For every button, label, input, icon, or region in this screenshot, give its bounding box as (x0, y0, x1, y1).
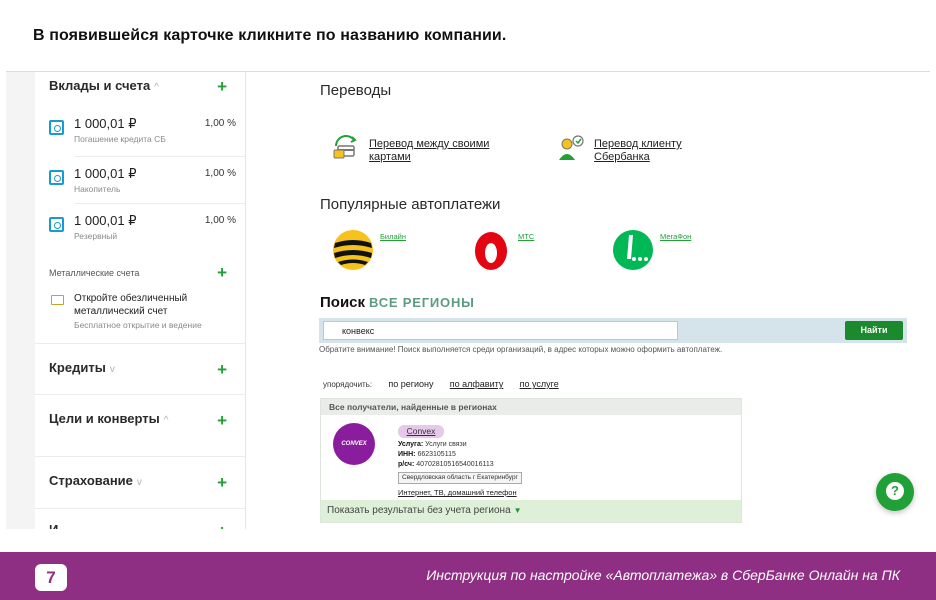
add-metal-account-button[interactable]: + (217, 264, 227, 281)
search-results: Все получатели, найденные в регионах CON… (320, 398, 742, 523)
company-services[interactable]: Интернет, ТВ, домашний телефон (398, 488, 517, 497)
footer-bar: 7 Инструкция по настройке «Автоплатежа» … (0, 552, 936, 600)
company-inn: ИНН: 6623105115 (398, 451, 456, 458)
cards-transfer-icon (333, 135, 357, 159)
divider (35, 343, 246, 344)
sidebar-deposits-header[interactable]: Вклады и счета ^ (49, 78, 159, 93)
account-rate: 1,00 % (204, 168, 236, 179)
chevron-up-icon: ^ (163, 415, 169, 426)
main-content: Переводы Перевод между своими картами Пе… (246, 72, 930, 529)
account-label: р/сч: (398, 461, 415, 468)
search-button[interactable]: Найти (845, 321, 903, 340)
safe-icon (49, 170, 64, 185)
sort-by-region[interactable]: по региону (388, 379, 433, 389)
company-service: Услуга: Услуги связи (398, 441, 467, 448)
caret-down-icon: ▼ (513, 506, 522, 515)
account-rate: 1,00 % (204, 118, 236, 129)
company-account: р/сч: 40702810516540016113 (398, 461, 494, 468)
account-name: Погашение кредита СБ (74, 134, 166, 144)
autopay-megafon[interactable]: МегаФон (612, 229, 722, 279)
sidebar-insurance-header[interactable]: Страхование v (49, 473, 142, 488)
sort-controls: упорядочить: по региону по алфавиту по у… (323, 379, 573, 389)
search-input[interactable] (323, 321, 678, 340)
autopay-mts[interactable]: МТС (470, 229, 580, 279)
transfer-client-label: Перевод клиенту Сбербанка (594, 138, 682, 163)
autopay-beeline-label: Билайн (380, 232, 406, 241)
sidebar-goals-title: Цели и конверты (49, 411, 160, 426)
instruction-text: В появившейся карточке кликните по назва… (33, 27, 507, 44)
add-goal-button[interactable]: + (217, 412, 227, 429)
inn-value: 6623105115 (417, 451, 456, 458)
search-bar: Найти (319, 318, 907, 343)
service-label: Услуга: (398, 441, 424, 448)
chevron-up-icon: ^ (154, 82, 159, 93)
add-credit-button[interactable]: + (217, 361, 227, 378)
company-logo[interactable]: CONVEX (333, 423, 375, 465)
screenshot-area: Вклады и счета ^ + 1 000,01 ₽ Погашение к… (6, 71, 930, 529)
metal-offer-subtitle: Бесплатное открытие и ведение (74, 320, 202, 330)
account-name: Резервный (74, 231, 118, 241)
sort-by-alphabet[interactable]: по алфавиту (450, 379, 504, 389)
question-icon: ? (886, 482, 904, 500)
account-amount: 1 000,01 ₽ (74, 116, 137, 131)
sidebar-more-header[interactable]: И (49, 522, 58, 529)
chevron-down-icon: v (136, 477, 142, 488)
account-rate: 1,00 % (204, 215, 236, 226)
autopay-title: Популярные автоплатежи (320, 196, 501, 213)
autopay-beeline[interactable]: Билайн (332, 229, 442, 279)
page-number: 7 (35, 564, 67, 591)
safe-icon (49, 120, 64, 135)
sidebar-insurance-title: Страхование (49, 473, 133, 488)
sidebar: Вклады и счета ^ + 1 000,01 ₽ Погашение к… (35, 72, 246, 529)
transfers-title: Переводы (320, 82, 392, 99)
company-region-tag: Свердловская область г Екатеринбург (398, 472, 522, 484)
sort-label: упорядочить: (323, 380, 373, 389)
sidebar-credits-title: Кредиты (49, 360, 106, 375)
person-transfer-icon (559, 135, 584, 160)
results-header: Все получатели, найденные в регионах (321, 399, 741, 415)
divider (35, 394, 246, 395)
search-title-text: Поиск (320, 294, 366, 311)
divider (74, 156, 246, 157)
help-button[interactable]: ? (876, 473, 914, 511)
account-amount: 1 000,01 ₽ (74, 166, 137, 181)
divider (35, 456, 246, 457)
search-title: Поиск ВСЕ РЕГИОНЫ (320, 294, 475, 311)
mts-logo-icon (470, 229, 512, 271)
add-insurance-button[interactable]: + (217, 474, 227, 491)
footer-title: Инструкция по настройке «Автоплатежа» в … (426, 567, 900, 583)
sort-by-service[interactable]: по услуге (520, 379, 559, 389)
account-amount: 1 000,01 ₽ (74, 213, 137, 228)
account-name: Накопитель (74, 184, 121, 194)
show-without-region[interactable]: Показать результаты без учета региона ▼ (321, 500, 741, 522)
divider (74, 203, 246, 204)
account-item[interactable]: 1 000,01 ₽ Накопитель 1,00 % (49, 166, 246, 214)
sidebar-goals-header[interactable]: Цели и конверты ^ (49, 411, 168, 426)
metal-accounts-title: Металлические счета (49, 268, 140, 278)
company-name-link[interactable]: Convex (398, 425, 444, 438)
search-note: Обратите внимание! Поиск выполняется сре… (319, 345, 723, 354)
show-without-region-label: Показать результаты без учета региона (327, 505, 511, 516)
add-more-button[interactable]: + (217, 523, 227, 529)
autopay-megafon-label: МегаФон (660, 232, 692, 241)
autopay-mts-label: МТС (518, 232, 535, 241)
service-value: Услуги связи (425, 441, 467, 448)
account-item[interactable]: 1 000,01 ₽ Резервный 1,00 % (49, 213, 246, 261)
beeline-logo-icon (333, 230, 373, 270)
sidebar-credits-header[interactable]: Кредиты v (49, 360, 115, 375)
safe-icon (49, 217, 64, 232)
gold-bar-icon (51, 295, 64, 305)
sidebar-deposits-title: Вклады и счета (49, 78, 151, 93)
transfer-own-label: Перевод между своими картами (369, 138, 490, 163)
chevron-down-icon: v (109, 364, 115, 375)
metal-offer-title: Откройте обезличенный металлический счет (74, 293, 188, 317)
account-value: 40702810516540016113 (416, 461, 494, 468)
inn-label: ИНН: (398, 451, 416, 458)
add-deposit-button[interactable]: + (217, 78, 227, 95)
megafon-logo-icon (613, 230, 653, 270)
all-regions-link[interactable]: ВСЕ РЕГИОНЫ (369, 295, 475, 310)
divider (35, 508, 246, 509)
slide: В появившейся карточке кликните по назва… (0, 0, 936, 600)
